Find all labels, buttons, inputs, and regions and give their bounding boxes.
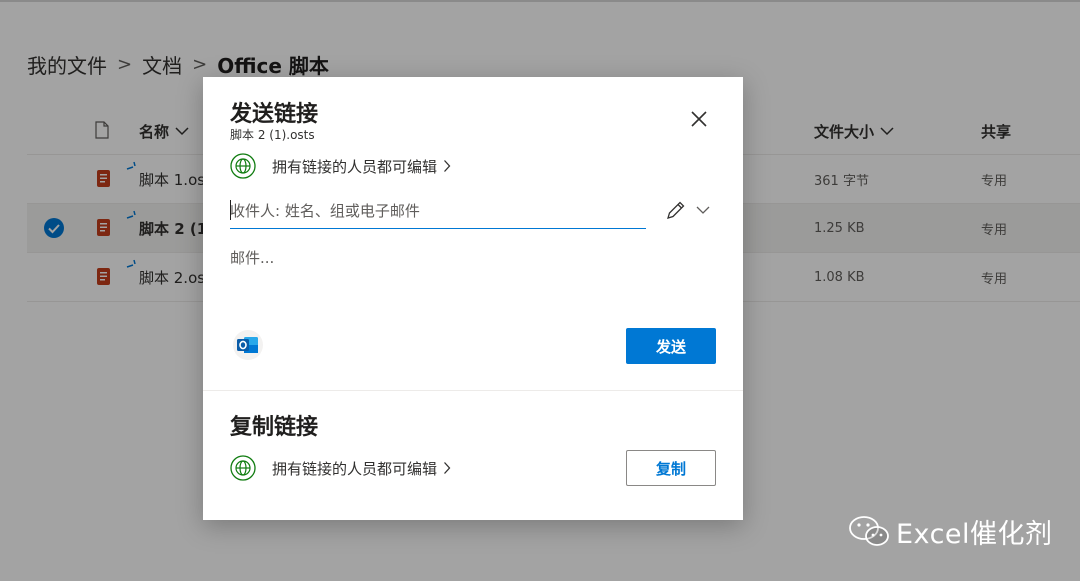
link-permission-label: 拥有链接的人员都可编辑 [272,157,438,176]
section-divider [203,390,743,391]
pencil-icon [667,201,685,219]
text-cursor [230,200,231,220]
send-button[interactable]: 发送 [626,328,716,364]
watermark-text: Excel催化剂 [896,518,1053,550]
recipient-permission-dropdown[interactable] [665,199,711,221]
watermark: Excel催化剂 [848,511,1053,551]
copy-link-title: 复制链接 [230,415,319,440]
message-input[interactable] [230,247,710,297]
copy-button[interactable]: 复制 [626,450,716,486]
copy-link-settings-button[interactable]: 拥有链接的人员都可编辑 [230,454,451,482]
globe-icon [230,153,256,179]
recipients-input[interactable] [230,194,646,229]
send-link-dialog: 发送链接 脚本 2 (1).osts 拥有链接的人员都可编辑 发送 复制链接 [203,77,743,520]
dialog-title: 发送链接 [230,102,319,127]
close-icon[interactable] [687,107,711,131]
wechat-icon [849,516,889,546]
chevron-right-icon [444,462,451,474]
chevron-right-icon [444,160,451,172]
chevron-down-icon [696,206,710,214]
outlook-icon[interactable] [232,329,264,361]
dialog-file-name: 脚本 2 (1).osts [230,128,315,142]
globe-icon [230,455,256,481]
link-settings-button[interactable]: 拥有链接的人员都可编辑 [230,152,451,180]
copy-link-permission-label: 拥有链接的人员都可编辑 [272,459,438,478]
